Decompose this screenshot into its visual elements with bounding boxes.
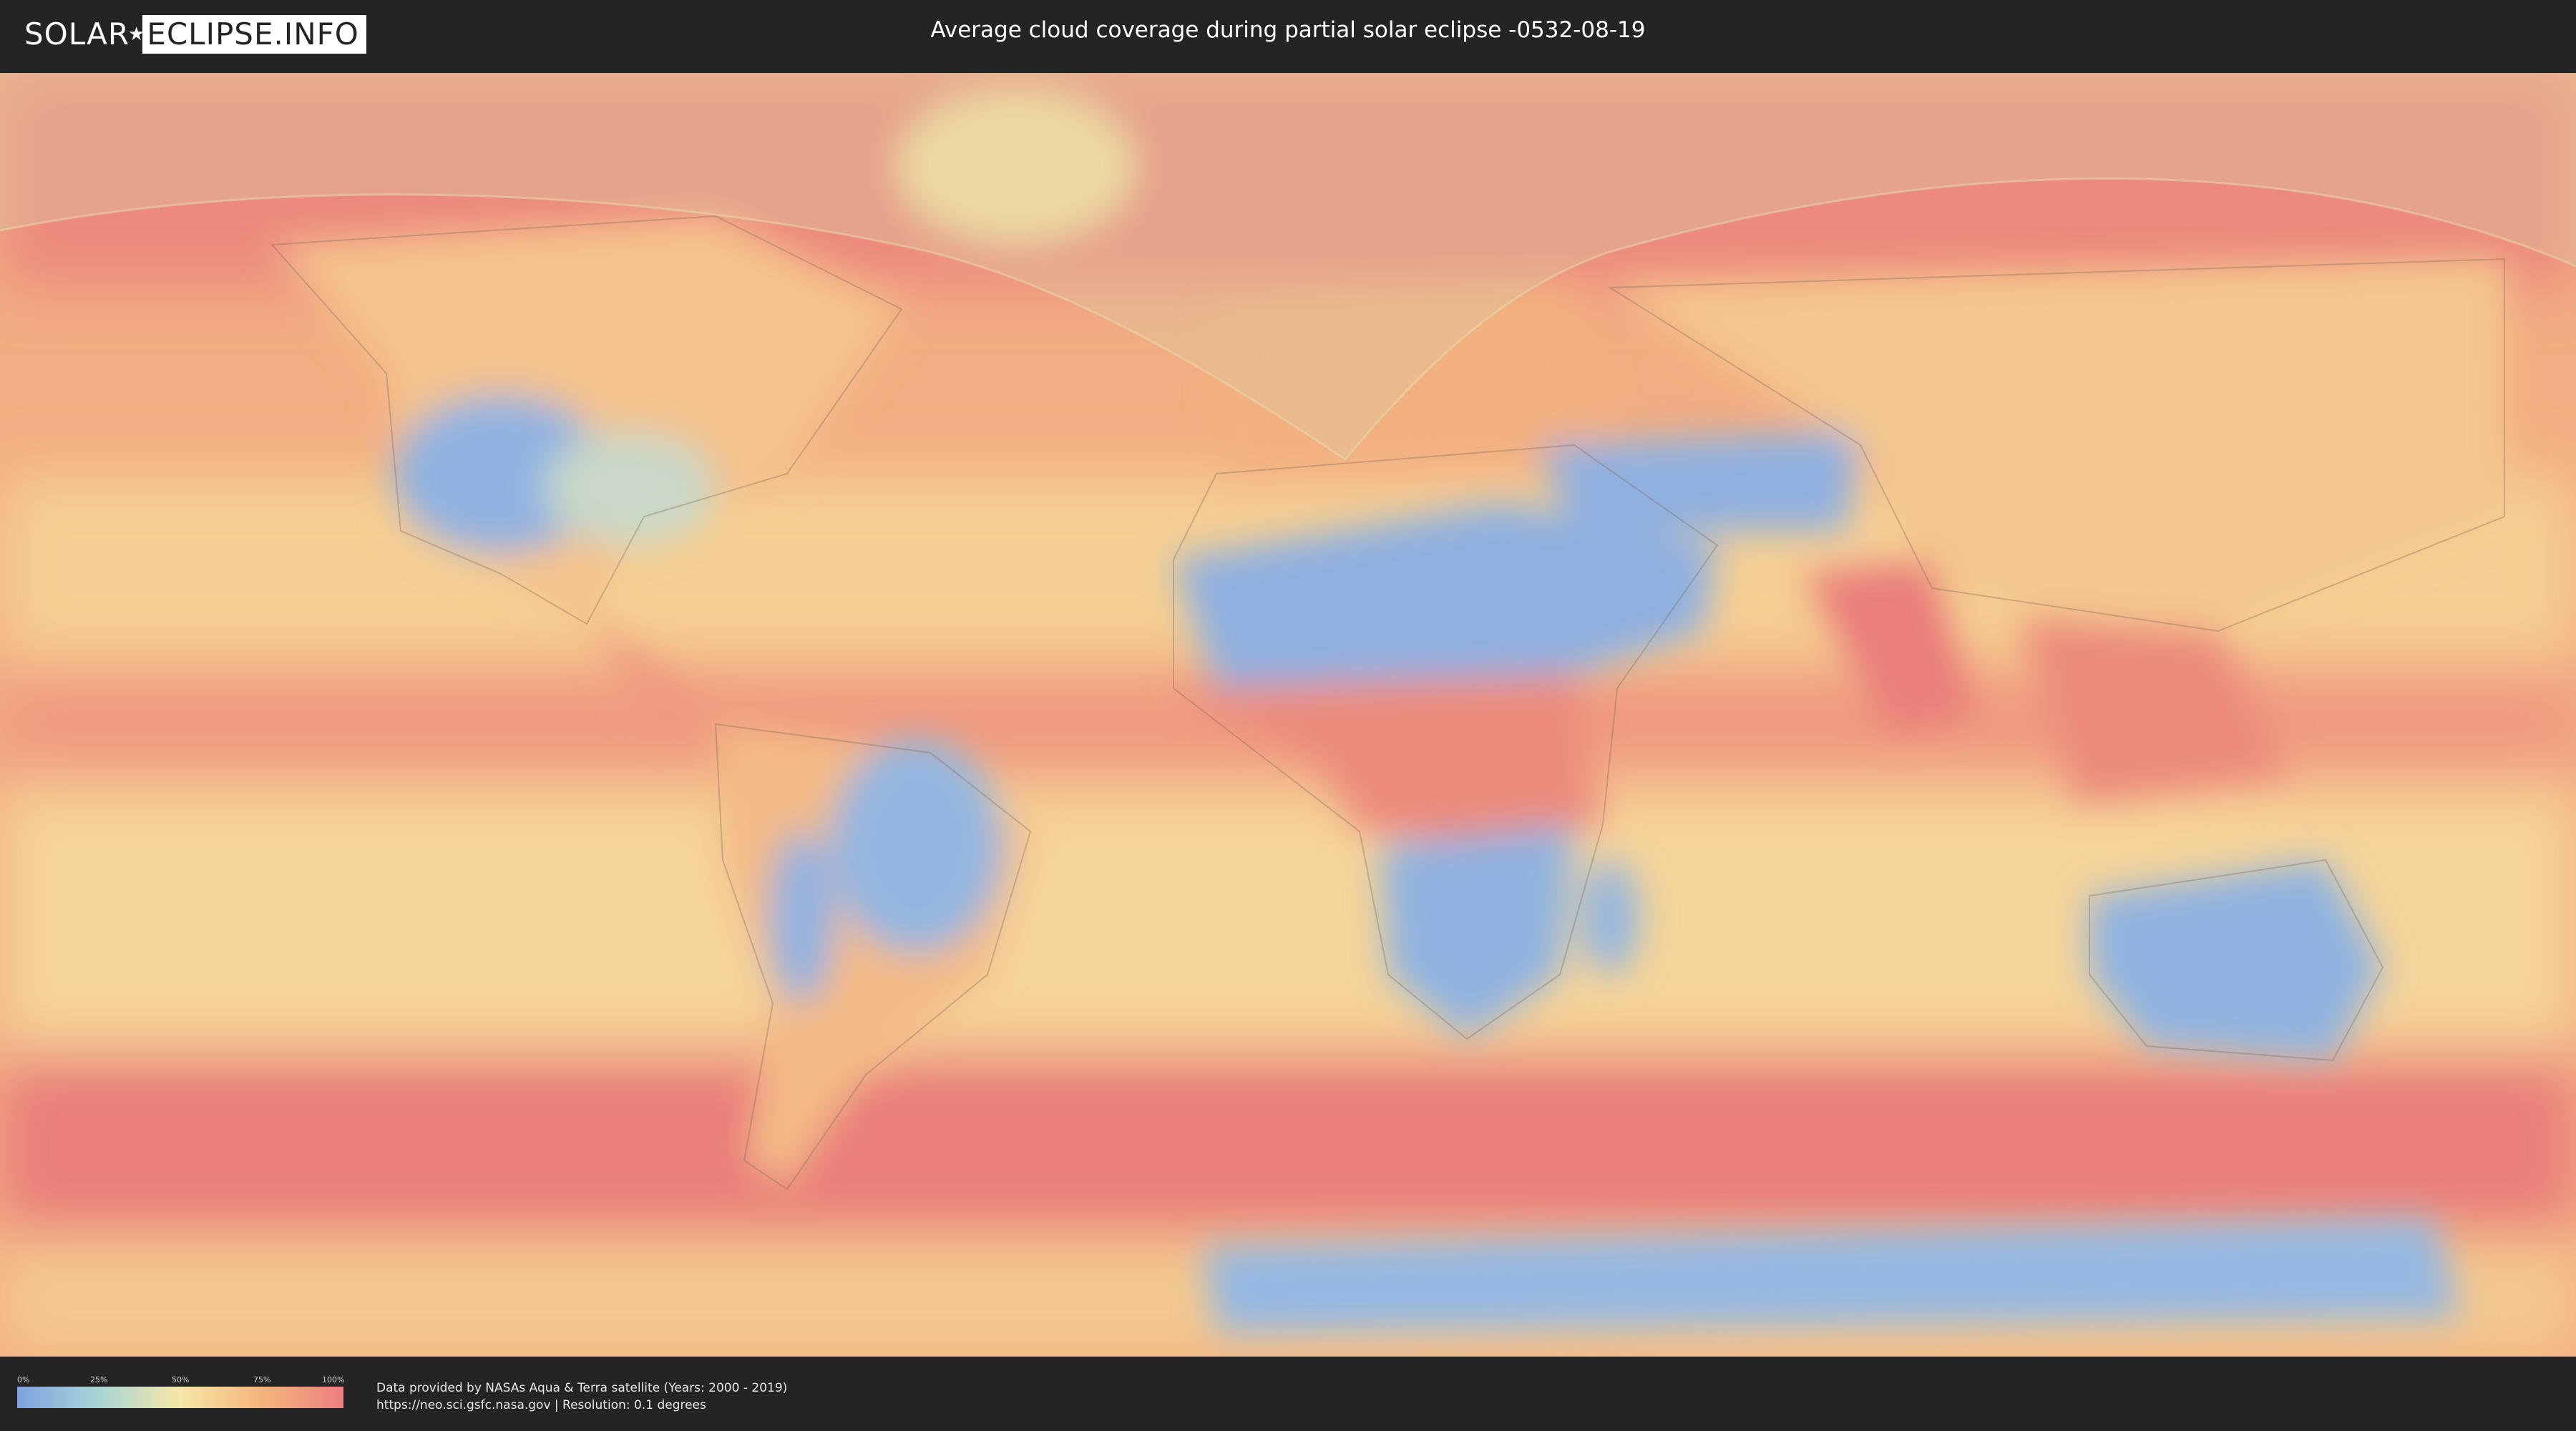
madagascar — [1581, 860, 1639, 975]
legend-tick-25: 25% — [90, 1375, 108, 1384]
cloud-coverage-legend: 0% 25% 50% 75% 100% — [17, 1375, 345, 1408]
andes-clear — [769, 831, 834, 1003]
data-credits: Data provided by NASAs Aqua & Terra sate… — [376, 1379, 787, 1414]
us-interior — [544, 431, 716, 545]
brazil-clear — [830, 738, 1002, 953]
cloud-coverage-map[interactable] — [0, 73, 2576, 1357]
legend-tick-50: 50% — [172, 1375, 190, 1384]
header-bar: SOLAR ★ ECLIPSE.INFO Average cloud cover… — [0, 0, 2576, 72]
central-asia-clear — [1538, 431, 1860, 531]
legend-ticks: 0% 25% 50% 75% 100% — [17, 1375, 345, 1387]
legend-color-bar — [17, 1387, 343, 1408]
legend-tick-75: 75% — [253, 1375, 271, 1384]
legend-tick-100: 100% — [322, 1375, 345, 1384]
legend-tick-0: 0% — [17, 1375, 30, 1384]
logo-star-icon: ★ — [128, 24, 145, 45]
footer-bar: 0% 25% 50% 75% 100% Data provided by NAS… — [0, 1357, 2576, 1431]
page-title: Average cloud coverage during partial so… — [930, 17, 1646, 43]
credit-line-url: https://neo.sci.gsfc.nasa.gov | Resoluti… — [376, 1398, 706, 1412]
credit-line-source: Data provided by NASAs Aqua & Terra sate… — [376, 1381, 788, 1395]
band-southern-ocean — [0, 1060, 2576, 1232]
